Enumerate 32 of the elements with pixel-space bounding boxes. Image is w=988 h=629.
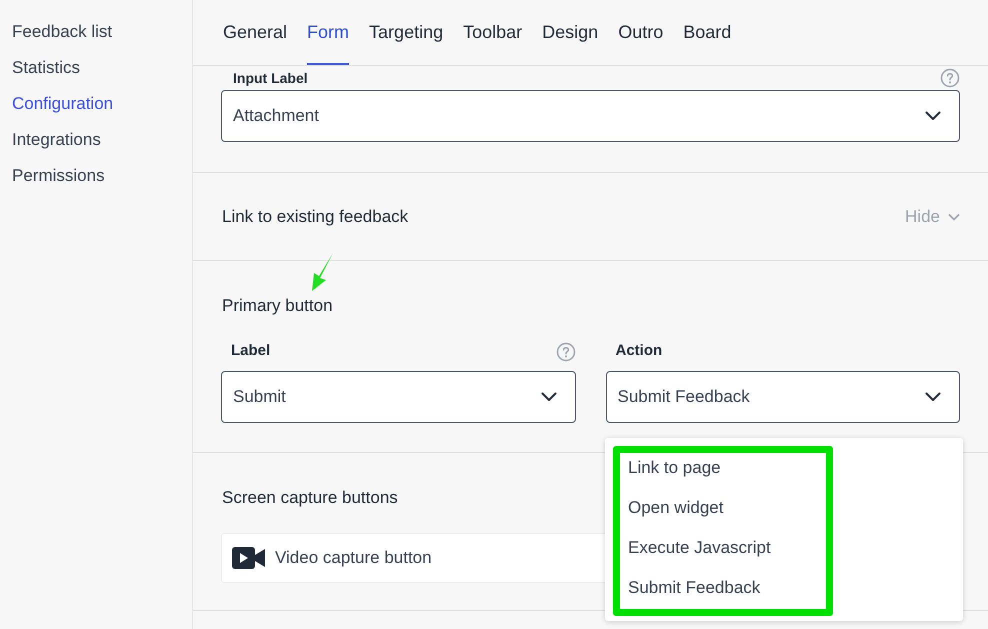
chevron-down-icon: [948, 212, 960, 220]
select-field[interactable]: Submit: [221, 370, 576, 422]
select-field[interactable]: Attachment: [221, 90, 960, 142]
field-label: Label: [231, 341, 270, 362]
menu-option[interactable]: Link to page: [628, 448, 721, 488]
sidebar-link[interactable]: Feedback list: [12, 20, 112, 44]
section-title: Screen capture buttons: [221, 487, 398, 509]
sidebar-link[interactable]: Permissions: [12, 164, 105, 188]
tab[interactable]: Toolbar: [463, 0, 522, 65]
field-label: Input Label: [233, 68, 308, 88]
field-label: Action: [616, 341, 662, 362]
tab[interactable]: Form: [307, 0, 350, 65]
tab[interactable]: Outro: [618, 0, 664, 65]
video-camera-icon: [232, 546, 265, 570]
section-title: Link to existing feedback: [222, 206, 408, 228]
section-title: Primary button: [221, 295, 333, 317]
help-icon[interactable]: [940, 68, 960, 88]
tab[interactable]: Targeting: [369, 0, 444, 65]
chevron-down-icon: [540, 392, 556, 402]
menu-option[interactable]: Submit Feedback: [628, 568, 760, 608]
menu-option[interactable]: Execute Javascript: [628, 528, 771, 568]
sidebar-link[interactable]: Integrations: [12, 128, 101, 152]
menu-option[interactable]: Open widget: [628, 488, 724, 528]
chevron-down-icon: [925, 111, 941, 121]
sidebar-link[interactable]: Configuration: [12, 92, 114, 116]
tab[interactable]: Design: [542, 0, 598, 65]
tab[interactable]: General: [223, 0, 288, 65]
help-icon[interactable]: [556, 342, 576, 362]
chevron-down-icon: [925, 392, 941, 402]
sidebar-link[interactable]: Statistics: [12, 56, 80, 80]
tab[interactable]: Board: [683, 0, 732, 65]
select-field[interactable]: Submit Feedback: [606, 370, 960, 422]
